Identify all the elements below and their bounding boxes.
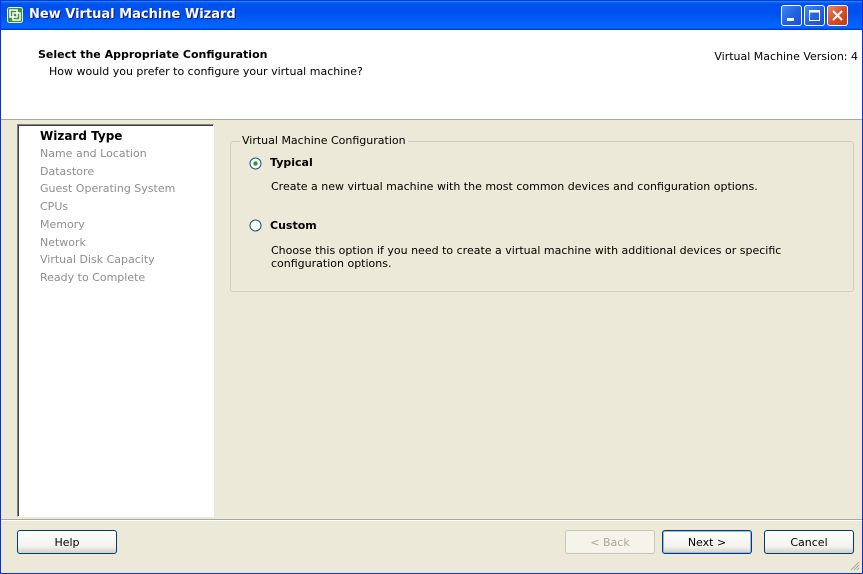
vm-version-label: Virtual Machine Version: 4 [714,50,858,63]
minimize-icon [787,18,794,21]
custom-description: Choose this option if you need to create… [271,244,782,270]
step-wizard-type: Wizard Type [40,129,123,143]
help-button[interactable]: Help [17,530,117,554]
resize-grip-icon[interactable] [848,559,860,571]
typical-label[interactable]: Typical [270,156,313,169]
maximize-icon [809,10,820,21]
typical-radio[interactable] [249,157,262,170]
step-datastore: Datastore [40,165,95,178]
step-ready-to-complete: Ready to Complete [40,271,146,284]
maximize-button[interactable] [804,5,825,26]
close-icon [832,10,843,21]
back-button[interactable]: < Back [565,530,655,554]
next-button[interactable]: Next > [662,530,752,554]
custom-label[interactable]: Custom [270,219,317,232]
page-subtitle: How would you prefer to configure your v… [49,65,363,78]
wizard-window: New Virtual Machine Wizard Select the Ap… [0,0,863,574]
title-bar[interactable]: New Virtual Machine Wizard [1,1,862,30]
step-virtual-disk-capacity: Virtual Disk Capacity [40,253,155,266]
typical-description: Create a new virtual machine with the mo… [271,180,758,193]
step-cpus: CPUs [40,200,69,213]
vm-wizard-icon [7,7,23,23]
header-panel: Select the Appropriate Configuration How… [1,30,862,120]
close-button[interactable] [827,5,848,26]
step-name-and-location: Name and Location [40,147,147,160]
group-label: Virtual Machine Configuration [240,134,408,147]
step-network: Network [40,236,86,249]
custom-radio[interactable] [249,219,262,232]
window-title: New Virtual Machine Wizard [29,7,236,22]
page-title: Select the Appropriate Configuration [38,48,268,61]
cancel-button[interactable]: Cancel [764,530,854,554]
step-guest-os: Guest Operating System [40,182,176,195]
minimize-button[interactable] [781,5,802,26]
footer-separator [1,519,862,521]
wizard-steps-panel: Wizard Type Name and Location Datastore … [17,124,214,517]
step-memory: Memory [40,218,85,231]
